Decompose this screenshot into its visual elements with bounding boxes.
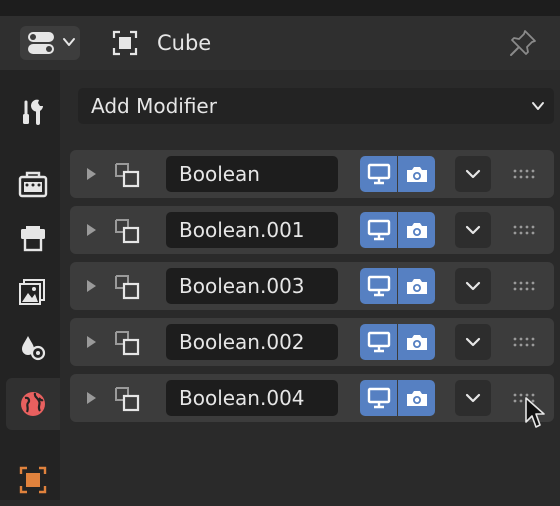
drag-handle-icon[interactable] bbox=[512, 280, 536, 292]
tab-view-layer[interactable] bbox=[6, 266, 60, 318]
camera-icon bbox=[406, 223, 427, 238]
boolean-modifier-icon bbox=[115, 163, 140, 188]
modifier-name-field[interactable]: Boolean.004 bbox=[166, 380, 338, 416]
boolean-modifier-icon bbox=[115, 275, 140, 300]
show-in-viewport-toggle[interactable] bbox=[360, 324, 397, 360]
chevron-down-icon bbox=[465, 169, 481, 179]
modifier-panel: Boolean bbox=[70, 150, 554, 198]
pin-icon[interactable] bbox=[508, 28, 538, 58]
show-in-render-toggle[interactable] bbox=[398, 156, 435, 192]
camera-icon bbox=[406, 335, 427, 350]
chevron-down-icon bbox=[532, 102, 544, 110]
boolean-modifier-icon bbox=[115, 219, 140, 244]
camera-icon bbox=[406, 167, 427, 182]
chevron-down-icon bbox=[465, 337, 481, 347]
monitor-icon bbox=[367, 331, 390, 353]
modifier-menu-button[interactable] bbox=[455, 380, 491, 416]
chevron-down-icon bbox=[465, 393, 481, 403]
show-in-viewport-toggle[interactable] bbox=[360, 268, 397, 304]
show-in-viewport-toggle[interactable] bbox=[360, 380, 397, 416]
render-icon bbox=[18, 171, 48, 198]
editor-type-button[interactable] bbox=[20, 26, 80, 60]
world-icon bbox=[21, 392, 45, 416]
modifier-menu-button[interactable] bbox=[455, 268, 491, 304]
object-icon bbox=[19, 466, 47, 494]
show-in-viewport-toggle[interactable] bbox=[360, 212, 397, 248]
expand-arrow-icon[interactable] bbox=[84, 390, 98, 406]
modifier-panel: Boolean.004 bbox=[70, 374, 554, 422]
drag-handle-icon[interactable] bbox=[512, 336, 536, 348]
object-data-icon bbox=[112, 30, 138, 56]
tab-tool[interactable] bbox=[6, 86, 60, 138]
monitor-icon bbox=[367, 387, 390, 409]
tab-output[interactable] bbox=[6, 212, 60, 264]
modifier-menu-button[interactable] bbox=[455, 156, 491, 192]
monitor-icon bbox=[367, 163, 390, 185]
scene-icon bbox=[22, 336, 46, 361]
chevron-down-icon bbox=[63, 38, 75, 46]
tool-icon bbox=[23, 99, 43, 125]
add-modifier-label: Add Modifier bbox=[91, 94, 217, 118]
show-in-render-toggle[interactable] bbox=[398, 324, 435, 360]
mouse-cursor-icon bbox=[525, 397, 545, 428]
properties-editor-type-icon bbox=[28, 32, 54, 42]
modifier-name-field[interactable]: Boolean.001 bbox=[166, 212, 338, 248]
tab-scene[interactable] bbox=[6, 322, 60, 374]
chevron-down-icon bbox=[465, 281, 481, 291]
modifier-panel: Boolean.003 bbox=[70, 262, 554, 310]
camera-icon bbox=[406, 279, 427, 294]
add-modifier-button[interactable]: Add Modifier bbox=[78, 88, 554, 124]
expand-arrow-icon[interactable] bbox=[84, 278, 98, 294]
expand-arrow-icon[interactable] bbox=[84, 222, 98, 238]
tab-world[interactable] bbox=[6, 378, 60, 430]
tab-object[interactable] bbox=[6, 454, 60, 506]
boolean-modifier-icon bbox=[115, 331, 140, 356]
top-strip bbox=[0, 0, 560, 16]
view-layer-icon bbox=[19, 279, 45, 305]
modifier-panel: Boolean.001 bbox=[70, 206, 554, 254]
show-in-render-toggle[interactable] bbox=[398, 380, 435, 416]
drag-handle-icon[interactable] bbox=[512, 224, 536, 236]
properties-editor-type-icon-lower bbox=[28, 44, 54, 54]
modifier-panel-area: Add Modifier Boolean Boolean.001 Boolean… bbox=[60, 70, 560, 500]
modifier-name-field[interactable]: Boolean.003 bbox=[166, 268, 338, 304]
expand-arrow-icon[interactable] bbox=[84, 334, 98, 350]
modifier-menu-button[interactable] bbox=[455, 212, 491, 248]
boolean-modifier-icon bbox=[115, 387, 140, 412]
monitor-icon bbox=[367, 275, 390, 297]
chevron-down-icon bbox=[465, 225, 481, 235]
monitor-icon bbox=[367, 219, 390, 241]
camera-icon bbox=[406, 391, 427, 406]
drag-handle-icon[interactable] bbox=[512, 168, 536, 180]
show-in-render-toggle[interactable] bbox=[398, 212, 435, 248]
modifier-name-field[interactable]: Boolean bbox=[166, 156, 338, 192]
show-in-viewport-toggle[interactable] bbox=[360, 156, 397, 192]
show-in-render-toggle[interactable] bbox=[398, 268, 435, 304]
object-name: Cube bbox=[157, 31, 212, 55]
expand-arrow-icon[interactable] bbox=[84, 166, 98, 182]
modifier-name-field[interactable]: Boolean.002 bbox=[166, 324, 338, 360]
properties-tab-bar bbox=[0, 70, 60, 500]
output-icon bbox=[21, 226, 45, 252]
properties-header: Cube bbox=[0, 16, 560, 70]
modifier-menu-button[interactable] bbox=[455, 324, 491, 360]
tab-render[interactable] bbox=[6, 158, 60, 210]
modifier-panel: Boolean.002 bbox=[70, 318, 554, 366]
